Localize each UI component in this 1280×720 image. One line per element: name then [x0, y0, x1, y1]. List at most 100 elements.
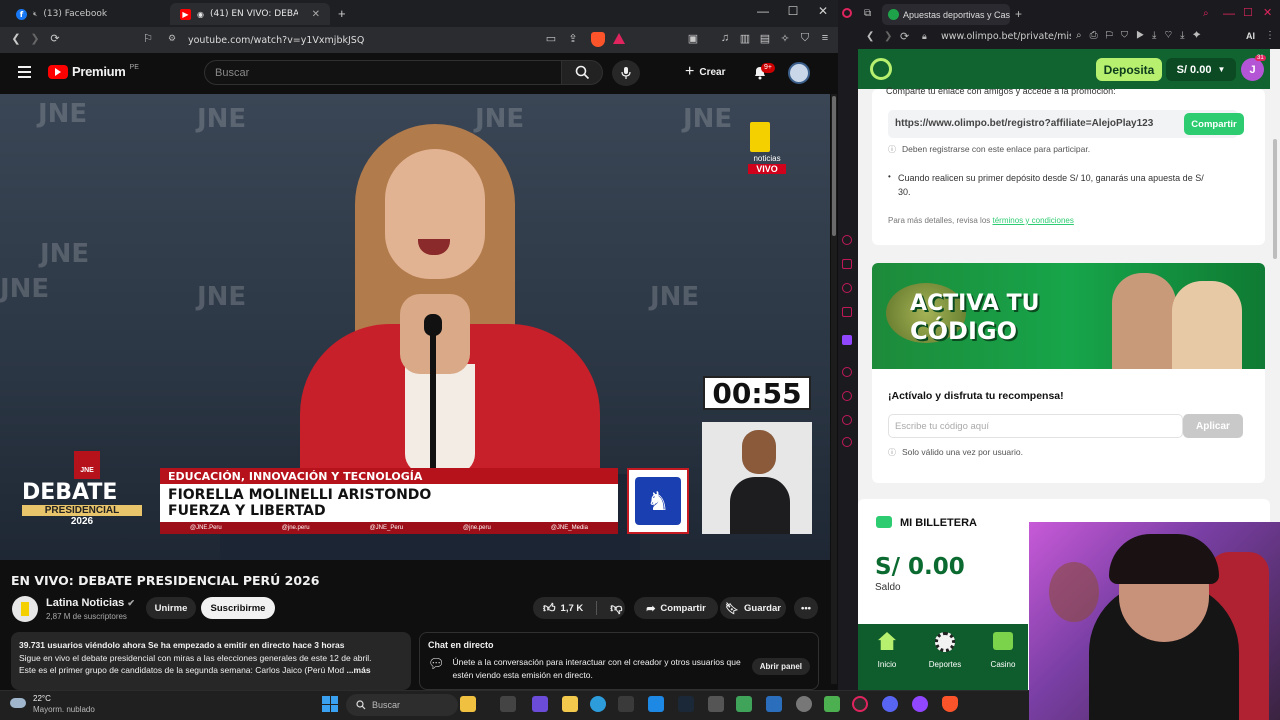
- sidebar-app-icon[interactable]: [842, 259, 852, 269]
- store-icon[interactable]: [618, 696, 634, 712]
- search-button[interactable]: [561, 60, 603, 85]
- taskbar-search[interactable]: Buscar: [346, 694, 458, 716]
- new-tab-button[interactable]: +: [1015, 7, 1022, 21]
- channel-name[interactable]: Latina Noticias ✔: [46, 597, 135, 609]
- sidebar-app-icon[interactable]: [842, 367, 852, 377]
- ai-button[interactable]: AI: [1246, 31, 1255, 41]
- avatar[interactable]: [788, 62, 810, 84]
- maximize-button[interactable]: ☐: [1243, 6, 1253, 19]
- copilot-icon[interactable]: [532, 696, 548, 712]
- url-text[interactable]: www.olimpo.bet/private/mis-bo: [941, 31, 1071, 42]
- settings-icon[interactable]: [796, 696, 812, 712]
- channel-avatar[interactable]: [12, 596, 38, 622]
- share-page-icon[interactable]: ⇪: [565, 32, 581, 45]
- app-icon[interactable]: [736, 696, 752, 712]
- sidebar-app-icon[interactable]: [842, 391, 852, 401]
- scrollbar-thumb[interactable]: [832, 96, 836, 236]
- nav-casino[interactable]: Casino: [974, 632, 1032, 669]
- cast-icon[interactable]: ▭: [543, 32, 559, 45]
- sidebar-app-icon[interactable]: [842, 283, 852, 293]
- back-icon[interactable]: ❮: [8, 32, 24, 45]
- scrollbar-thumb[interactable]: [1273, 139, 1277, 259]
- steam-icon[interactable]: [678, 696, 694, 712]
- search-tabs-icon[interactable]: ⌕: [1203, 8, 1209, 19]
- extensions-icon[interactable]: ✧: [777, 32, 793, 45]
- reload-icon[interactable]: ⟳: [900, 30, 909, 43]
- sidebar-toggle-icon[interactable]: ▣: [685, 32, 701, 45]
- brave-icon[interactable]: [942, 696, 958, 712]
- deposit-button[interactable]: Deposita: [1096, 58, 1162, 81]
- voice-search-button[interactable]: [612, 60, 640, 86]
- share-button[interactable]: ➦ Compartir: [634, 597, 718, 619]
- menu-icon[interactable]: ≡: [817, 32, 833, 44]
- close-tab-icon[interactable]: ✕: [312, 9, 320, 20]
- close-window-button[interactable]: ✕: [808, 4, 838, 18]
- wallet-icon[interactable]: ▤: [757, 32, 773, 45]
- olimpo-logo[interactable]: [870, 58, 892, 80]
- vpn-icon[interactable]: ⛉: [797, 32, 813, 45]
- task-view-icon[interactable]: [500, 696, 516, 712]
- balance-dropdown[interactable]: S/ 0.00 ▼: [1166, 58, 1236, 81]
- more-actions-button[interactable]: •••: [794, 597, 818, 619]
- terms-link[interactable]: términos y condiciones: [993, 216, 1074, 225]
- tab-youtube[interactable]: ▶ ◉ (41) EN VIVO: DEBATE PRESID ✕: [170, 3, 330, 25]
- brave-shield-icon[interactable]: [591, 32, 605, 47]
- nav-sports[interactable]: Deportes: [916, 632, 974, 669]
- calculator-icon[interactable]: [708, 696, 724, 712]
- subscribe-button[interactable]: Suscribirme: [201, 597, 275, 619]
- brave-rewards-icon[interactable]: [613, 33, 625, 44]
- reader-icon[interactable]: ▥: [737, 32, 753, 45]
- join-button[interactable]: Unirme: [146, 597, 196, 619]
- reload-icon[interactable]: ⟳: [47, 32, 63, 45]
- windows-start-icon[interactable]: [322, 696, 338, 712]
- like-button[interactable]: 👍︎ 1,7 K: [543, 601, 583, 616]
- obs-icon[interactable]: [912, 696, 928, 712]
- sidebar-app-icon[interactable]: [842, 415, 852, 425]
- code-input[interactable]: Escribe tu código aquí: [888, 414, 1183, 438]
- workspace-icon[interactable]: ⧉: [864, 8, 871, 19]
- apply-button[interactable]: Aplicar: [1183, 414, 1243, 438]
- description-box[interactable]: 39.731 usuarios viéndolo ahora Se ha emp…: [11, 632, 411, 690]
- tab-facebook[interactable]: f 🔇︎ (13) Facebook: [6, 3, 171, 25]
- hamburger-icon[interactable]: [18, 66, 31, 78]
- weather-widget[interactable]: [10, 695, 30, 709]
- discord-icon[interactable]: [882, 696, 898, 712]
- sidebar-app-icon[interactable]: [842, 235, 852, 245]
- app-icon[interactable]: [824, 696, 840, 712]
- bookmark-icon[interactable]: ⚐: [140, 32, 156, 45]
- video-player[interactable]: JNE JNE JNE JNE JNE JNE JNE JNE noticias…: [0, 94, 830, 560]
- thumbs-down-icon[interactable]: 👎︎: [610, 601, 622, 616]
- file-explorer-icon[interactable]: [562, 696, 578, 712]
- settings-icon[interactable]: [842, 437, 852, 447]
- create-button[interactable]: + Crear: [685, 62, 725, 82]
- search-input[interactable]: Buscar: [204, 60, 562, 85]
- forward-icon[interactable]: ❯: [27, 32, 43, 45]
- minimize-button[interactable]: —: [1223, 6, 1235, 20]
- show-more-link[interactable]: ...más: [346, 665, 370, 675]
- app-icon[interactable]: [766, 696, 782, 712]
- save-button[interactable]: 🔖︎ Guardar: [720, 597, 786, 619]
- share-link-button[interactable]: Compartir: [1184, 113, 1244, 135]
- toolbar-icons[interactable]: ⌕⎙⚐⛉▶⤓♡⤓✦: [1076, 30, 1209, 41]
- tab-olimpo[interactable]: Apuestas deportivas y Cas: [882, 4, 1010, 25]
- menu-icon[interactable]: ⋮: [1265, 30, 1275, 41]
- sidebar-app-icon[interactable]: [842, 307, 852, 317]
- widgets-icon[interactable]: [460, 696, 476, 712]
- youtube-logo[interactable]: Premium PE: [48, 64, 139, 79]
- referral-link[interactable]: https://www.olimpo.bet/registro?affiliat…: [895, 118, 1153, 129]
- media-icon[interactable]: ♫: [717, 32, 733, 44]
- user-avatar[interactable]: J: [1241, 58, 1264, 81]
- outlook-icon[interactable]: [648, 696, 664, 712]
- edge-icon[interactable]: [590, 696, 606, 712]
- site-info-icon[interactable]: ⚙: [168, 34, 176, 44]
- opera-gx-icon[interactable]: [852, 696, 868, 712]
- back-icon[interactable]: ❮: [866, 31, 874, 42]
- forward-icon[interactable]: ❯: [884, 31, 892, 42]
- opera-icon[interactable]: [842, 8, 852, 18]
- open-chat-button[interactable]: Abrir panel: [751, 658, 810, 675]
- maximize-button[interactable]: ☐: [778, 4, 808, 18]
- minimize-button[interactable]: —: [748, 4, 778, 18]
- new-tab-button[interactable]: +: [338, 6, 346, 21]
- close-window-button[interactable]: ✕: [1263, 6, 1272, 19]
- twitch-icon[interactable]: [842, 335, 852, 345]
